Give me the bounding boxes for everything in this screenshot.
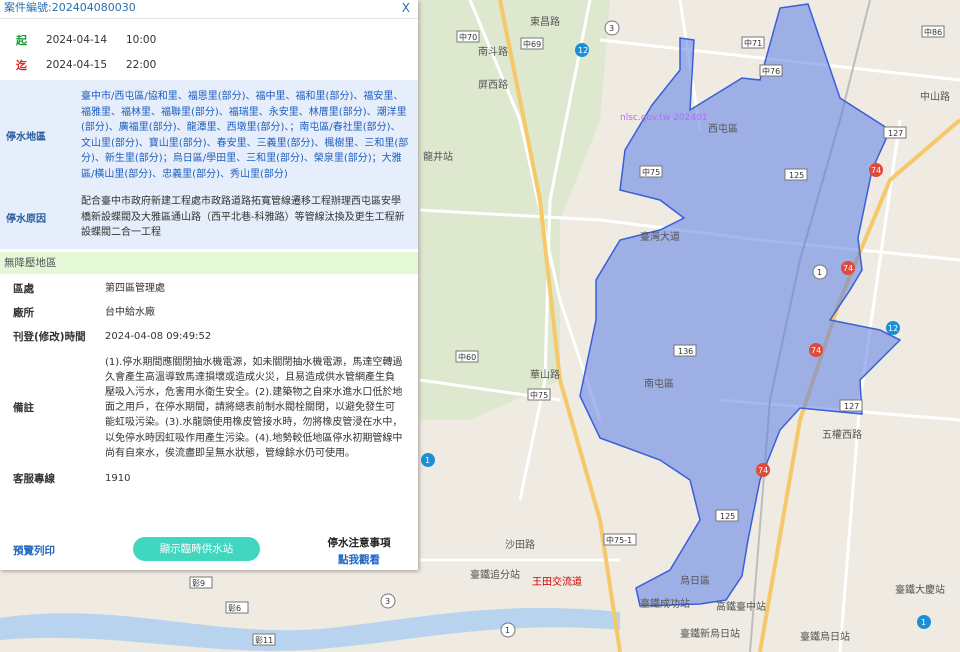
svg-text:127: 127 (844, 402, 859, 411)
close-icon[interactable]: X (402, 0, 410, 16)
svg-text:中76: 中76 (762, 66, 780, 76)
area-row: 停水地區 臺中市/西屯區/協和里、福恩里(部分)、福中里、福和里(部分)、福安里… (0, 80, 418, 188)
end-date: 2024-04-15 (46, 58, 108, 71)
svg-text:3: 3 (609, 24, 614, 33)
area-label: 停水地區 (6, 132, 46, 143)
svg-text:1: 1 (921, 618, 926, 627)
road-label: 中山路 (920, 90, 950, 103)
svg-text:中75: 中75 (530, 390, 548, 400)
district-label-wuri: 烏日區 (680, 574, 710, 587)
svg-text:74: 74 (843, 264, 853, 273)
road-label: 屏西路 (478, 78, 508, 91)
area-reason-block: 停水地區 臺中市/西屯區/協和里、福恩里(部分)、福中里、福和里(部分)、福安里… (0, 80, 418, 249)
remark-value: (1).停水期間應關閉抽水機電源，如未關閉抽水機電源，馬達空轉過久會產生高溫導致… (105, 356, 403, 459)
outage-info-panel: 案件編號:202404080030 X 起 2024-04-14 10:00 迄… (0, 0, 418, 570)
reason-value: 配合臺中市政府新建工程處市政路道路拓寬管線遷移工程辦理西屯區安學橋新設蝶閥及大雅… (81, 196, 405, 238)
reason-row: 停水原因 配合臺中市政府新建工程處市政路道路拓寬管線遷移工程辦理西屯區安學橋新設… (0, 188, 418, 249)
end-label: 迄 (16, 58, 27, 72)
svg-text:127: 127 (888, 129, 903, 138)
outage-notice: 停水注意事項 點我觀看 (318, 535, 400, 567)
start-label: 起 (16, 33, 27, 47)
remark-row: 備註 (1).停水期間應關閉抽水機電源，如未關閉抽水機電源，馬達空轉過久會產生高… (0, 355, 418, 461)
svg-text:1: 1 (817, 268, 822, 277)
service-label: 客服專線 (13, 473, 55, 486)
plant-value: 台中給水廠 (105, 306, 155, 318)
plant-label: 廠所 (13, 307, 34, 319)
start-time: 10:00 (126, 33, 157, 46)
district-value: 第四區管理處 (105, 282, 165, 294)
posted-label: 刊登(修改)時間 (13, 331, 86, 343)
svg-text:136: 136 (678, 347, 693, 356)
station-label: 高鐵臺中站 (716, 600, 766, 613)
notice-title: 停水注意事項 (327, 537, 391, 549)
svg-text:中60: 中60 (458, 352, 476, 362)
panel-footer: 預覽列印 顯示臨時供水站 停水注意事項 點我觀看 (0, 533, 418, 569)
plant-row: 廠所 台中給水廠 (0, 301, 418, 325)
posted-row: 刊登(修改)時間 2024-04-08 09:49:52 (0, 325, 418, 349)
print-preview-link[interactable]: 預覽列印 (13, 543, 55, 558)
road-label: 沙田路 (505, 538, 535, 551)
svg-text:彰6: 彰6 (228, 603, 241, 613)
reason-label: 停水原因 (6, 213, 46, 225)
svg-text:中75: 中75 (642, 167, 660, 177)
area-value: 臺中市/西屯區/協和里、福恩里(部分)、福中里、福和里(部分)、福安里、福雅里、… (81, 91, 409, 180)
svg-text:3: 3 (385, 597, 390, 606)
station-label: 臺鐵烏日站 (800, 630, 850, 643)
panel-header: 案件編號:202404080030 X (0, 0, 418, 19)
svg-text:彰9: 彰9 (192, 578, 205, 588)
service-value: 1910 (105, 473, 131, 485)
svg-text:74: 74 (871, 166, 881, 175)
posted-value: 2024-04-08 09:49:52 (105, 330, 212, 342)
road-label: 王田交流道 (532, 575, 582, 588)
district-label-xitun: 西屯區 (708, 122, 738, 135)
end-time: 22:00 (126, 58, 157, 71)
svg-text:中86: 中86 (924, 27, 942, 37)
start-date: 2024-04-14 (46, 33, 108, 46)
station-label: 臺鐵成功站 (640, 597, 690, 610)
svg-text:125: 125 (720, 512, 735, 521)
low-pressure-banner: 無降壓地區 (0, 251, 418, 274)
district-label-nantun: 南屯區 (644, 377, 674, 390)
svg-text:1: 1 (505, 626, 510, 635)
remark-label: 備註 (13, 402, 34, 415)
svg-text:彰11: 彰11 (255, 635, 273, 645)
station-label: 臺鐵追分站 (470, 568, 520, 581)
svg-text:12: 12 (888, 324, 898, 333)
road-label: 五權西路 (822, 428, 862, 441)
svg-text:74: 74 (811, 346, 821, 355)
svg-text:中69: 中69 (523, 39, 541, 49)
svg-text:中70: 中70 (459, 32, 477, 42)
road-label: 臺灣大道 (640, 230, 680, 243)
map-watermark: nlsc.gov.tw 202401 (620, 113, 708, 123)
end-row: 迄 2024-04-15 22:00 (0, 52, 418, 77)
svg-text:1: 1 (425, 456, 430, 465)
road-label: 華山路 (530, 368, 560, 381)
case-number: 案件編號:202404080030 (4, 1, 136, 14)
show-temp-water-station-button[interactable]: 顯示臨時供水站 (133, 537, 260, 561)
district-row: 區處 第四區管理處 (0, 277, 418, 301)
road-label: 南斗路 (478, 45, 508, 58)
svg-text:74: 74 (758, 466, 768, 475)
road-label: 東昌路 (530, 15, 560, 28)
station-label: 臺鐵新烏日站 (680, 627, 740, 640)
district-label: 區處 (13, 283, 34, 295)
service-row: 客服專線 1910 (0, 467, 418, 491)
station-label: 龍井站 (423, 150, 453, 163)
start-row: 起 2024-04-14 10:00 (0, 27, 418, 52)
svg-text:125: 125 (789, 171, 804, 180)
svg-text:12: 12 (578, 46, 588, 55)
svg-text:中71: 中71 (744, 38, 762, 48)
notice-link[interactable]: 點我觀看 (318, 552, 400, 567)
station-label: 臺鐵大慶站 (895, 583, 945, 596)
svg-text:中75-1: 中75-1 (606, 535, 632, 545)
